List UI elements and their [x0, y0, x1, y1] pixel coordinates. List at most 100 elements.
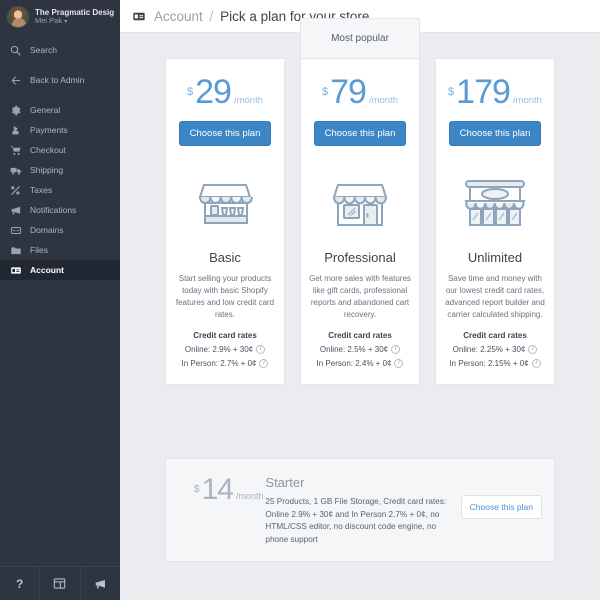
user-text: The Pragmatic Desig... Mei Pak ▾ [35, 8, 114, 26]
plan-column-professional: Most popular $ 79 /month Choose this pla… [300, 18, 420, 385]
plan-name-basic: Basic [209, 250, 241, 265]
choose-plan-button-starter[interactable]: Choose this plan [460, 495, 542, 519]
plan-description-basic: Start selling your products today with b… [175, 274, 275, 319]
most-popular-badge: Most popular [300, 18, 420, 58]
sidebar-item-shipping[interactable]: Shipping [0, 160, 120, 180]
plan-description-unlimited: Save time and money with our lowest cred… [445, 274, 545, 319]
truck-icon [10, 163, 26, 177]
sidebar-item-label: Notifications [30, 205, 77, 215]
search-icon [10, 43, 26, 57]
sidebar-item-checkout[interactable]: Checkout [0, 140, 120, 160]
info-icon[interactable]: i [256, 345, 266, 354]
layout-panel-icon[interactable] [40, 566, 81, 600]
choose-plan-button-unlimited[interactable]: Choose this plan [448, 121, 542, 146]
sidebar-item-notifications[interactable]: Notifications [0, 200, 120, 220]
plan-price: $ 29 /month [166, 73, 284, 115]
price-amount: 179 [456, 73, 511, 111]
info-icon[interactable]: i [528, 345, 538, 354]
info-icon[interactable]: i [394, 359, 404, 368]
plan-price: $ 79 /month [301, 73, 419, 115]
price-amount: 29 [195, 73, 232, 111]
plan-card-professional: $ 79 /month Choose this plan Professiona… [300, 58, 420, 385]
folder-icon [10, 243, 26, 257]
shop-front-icon [301, 160, 419, 244]
sidebar-footer: ? [0, 566, 120, 600]
choose-plan-button-professional[interactable]: Choose this plan [313, 121, 407, 146]
plan-card-basic: $ 29 /month Choose this plan Basic Start… [165, 58, 285, 385]
price-period: /month [512, 95, 542, 106]
rates-title: Credit card rates [328, 331, 392, 340]
info-icon[interactable]: i [531, 359, 541, 368]
sidebar-item-search[interactable]: Search [0, 40, 120, 60]
sidebar-item-label: Account [30, 265, 64, 275]
payment-icon [10, 123, 26, 137]
price-period: /month [235, 491, 264, 501]
plan-column-basic: $ 29 /month Choose this plan Basic Start… [165, 18, 285, 385]
rate-online-text: Online: 2.9% + 30¢ [184, 345, 254, 354]
rate-online-professional: Online: 2.5% + 30¢ i [301, 345, 419, 354]
plan-description-professional: Get more sales with features like gift c… [309, 274, 411, 319]
mall-front-icon [436, 160, 554, 244]
rate-in-person-basic: In Person: 2.7% + 0¢ i [166, 359, 284, 368]
sidebar: The Pragmatic Desig... Mei Pak ▾ Search … [0, 0, 120, 600]
sidebar-item-domains[interactable]: Domains [0, 220, 120, 240]
main-content: Account / Pick a plan for your store $ 2… [120, 0, 600, 600]
currency-symbol: $ [187, 86, 194, 98]
app-root: The Pragmatic Desig... Mei Pak ▾ Search … [0, 0, 600, 600]
avatar [7, 6, 29, 28]
rate-online-unlimited: Online: 2.25% + 30¢ i [436, 345, 554, 354]
rate-online-text: Online: 2.5% + 30¢ [319, 345, 389, 354]
rate-online-text: Online: 2.25% + 30¢ [452, 345, 526, 354]
user-name: Mei Pak ▾ [35, 16, 114, 26]
sidebar-item-label: Checkout [30, 145, 66, 155]
starter-plan-card: $ 14 /month Starter 25 Products, 1 GB Fi… [165, 458, 555, 562]
user-display-name: Mei Pak [35, 16, 63, 26]
price-amount: 79 [330, 73, 367, 111]
info-icon[interactable]: i [259, 359, 269, 368]
sidebar-item-files[interactable]: Files [0, 240, 120, 260]
plans-grid: $ 29 /month Choose this plan Basic Start… [165, 18, 555, 438]
sidebar-item-label: Files [30, 245, 48, 255]
megaphone-icon [10, 203, 26, 217]
sidebar-item-label: Shipping [30, 165, 64, 175]
account-switcher[interactable]: The Pragmatic Desig... Mei Pak ▾ [0, 0, 120, 34]
choose-plan-button-basic[interactable]: Choose this plan [178, 121, 272, 146]
help-icon[interactable]: ? [0, 566, 41, 600]
rates-title: Credit card rates [193, 331, 257, 340]
sidebar-item-general[interactable]: General [0, 100, 120, 120]
sidebar-item-label: Domains [30, 225, 64, 235]
sidebar-item-taxes[interactable]: Taxes [0, 180, 120, 200]
rate-in-person-professional: In Person: 2.4% + 0¢ i [301, 359, 419, 368]
price-period: /month [368, 95, 398, 106]
sidebar-item-account[interactable]: Account [0, 260, 120, 280]
plan-column-unlimited: $ 179 /month Choose this plan Unlimited … [435, 18, 555, 385]
plan-name-professional: Professional [324, 250, 396, 265]
currency-symbol: $ [448, 86, 455, 98]
price-period: /month [233, 95, 263, 106]
sidebar-item-payments[interactable]: Payments [0, 120, 120, 140]
rate-in-person-text: In Person: 2.7% + 0¢ [181, 359, 257, 368]
sidebar-item-label: Back to Admin [30, 75, 85, 85]
domain-icon [10, 223, 26, 237]
gear-icon [10, 103, 26, 117]
sidebar-item-label: Payments [30, 125, 68, 135]
chevron-down-icon: ▾ [64, 19, 68, 26]
rate-online-basic: Online: 2.9% + 30¢ i [166, 345, 284, 354]
arrow-left-icon [10, 73, 26, 87]
rate-in-person-text: In Person: 2.4% + 0¢ [316, 359, 392, 368]
plan-price: $ 179 /month [436, 73, 554, 115]
help-glyph: ? [15, 576, 24, 591]
rate-in-person-text: In Person: 2.15% + 0¢ [449, 359, 529, 368]
sidebar-item-label: Search [30, 45, 57, 55]
percent-icon [10, 183, 26, 197]
currency-symbol: $ [194, 484, 200, 495]
rates-title: Credit card rates [463, 331, 527, 340]
megaphone-icon[interactable] [81, 567, 120, 600]
id-card-icon [10, 263, 26, 277]
sidebar-item-back-to-admin[interactable]: Back to Admin [0, 70, 120, 90]
starter-price: $ 14 /month [178, 473, 265, 507]
info-icon[interactable]: i [391, 345, 401, 354]
